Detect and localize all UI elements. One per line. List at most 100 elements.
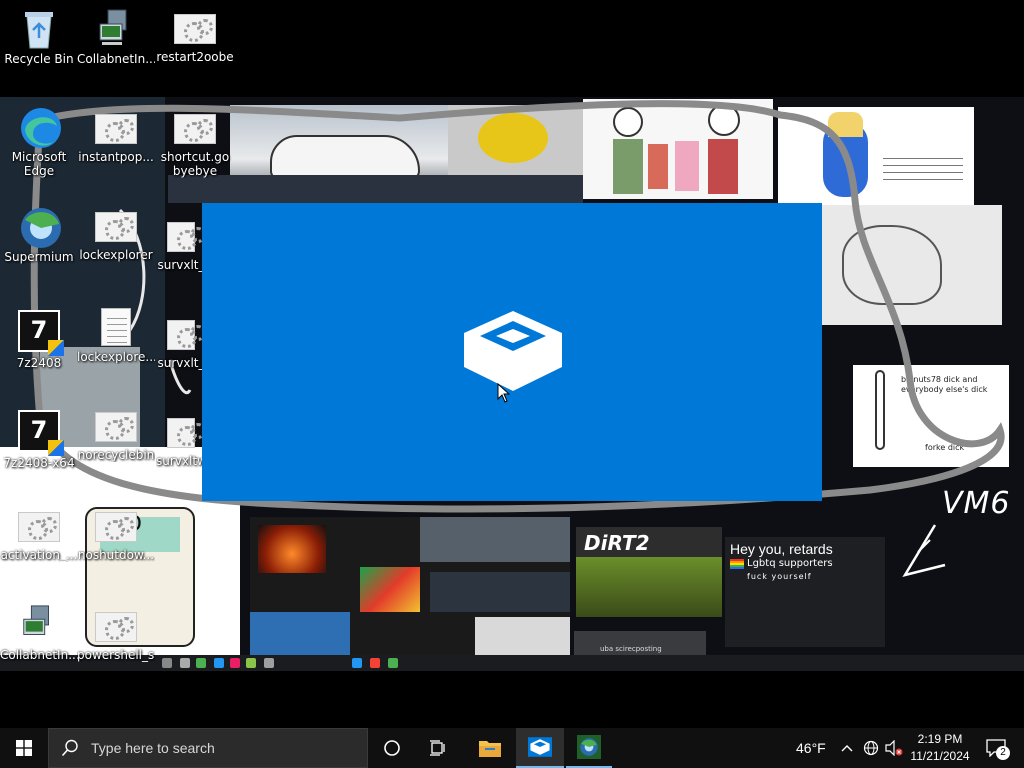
gear-file-icon — [95, 612, 137, 642]
edge-icon — [19, 106, 61, 148]
norecyclebin-label: norecyclebin — [77, 448, 155, 462]
supermium-icon — [577, 735, 601, 759]
wallpaper-banner: Hey you, retards Lgbtq supporters fuck y… — [725, 537, 885, 647]
taskbar-search-box[interactable]: Type here to search — [48, 728, 368, 768]
survxlt-1-label: survxlt_ — [157, 258, 205, 272]
taskbar-clock[interactable]: 2:19 PM 11/21/2024 — [904, 731, 976, 765]
recycle-bin-icon[interactable]: Recycle Bin — [0, 8, 78, 66]
cortana-circle-icon — [384, 740, 400, 756]
sketch-note-text-2: forke dick — [925, 443, 965, 452]
banner-sub: Lgbtq supporters — [747, 558, 833, 569]
chevron-up-icon — [841, 745, 853, 752]
desktop-icon-lockexplore-doc[interactable]: lockexplore... — [77, 308, 155, 364]
task-view-button[interactable] — [416, 728, 462, 768]
supermium-icon — [19, 206, 61, 248]
cortana-button[interactable] — [370, 728, 414, 768]
taskbar-windows-sandbox[interactable] — [516, 728, 564, 768]
desktop-icon-edge[interactable]: Microsoft Edge — [0, 106, 78, 178]
wallpaper-window-bar — [168, 175, 583, 203]
sandbox-logo-icon — [464, 311, 562, 395]
wallpaper-dirt2: DiRT2 — [576, 527, 722, 617]
desktop-icon-noshutdown[interactable]: noshutdow... — [77, 506, 155, 562]
desktop-icon-collabnet[interactable]: CollabnetIn... — [77, 8, 155, 66]
survxltw-label: survxltw — [156, 454, 206, 468]
network-button[interactable] — [860, 728, 882, 768]
gear-file-icon — [174, 14, 216, 44]
7zip-icon: 7 — [18, 310, 64, 356]
7z2408-label: 7z2408 — [16, 356, 62, 370]
mouse-cursor-icon — [497, 382, 511, 407]
vm-label: VM6 — [942, 486, 1011, 521]
survxlt-2-label: survxlt_ — [157, 356, 205, 370]
collabnet-2-label: CollabnetIn... — [0, 648, 78, 662]
desktop-icon-supermium[interactable]: Supermium — [0, 206, 78, 264]
desktop: bignuts78 dick and everybody else's dick… — [0, 0, 1024, 728]
desktop-icon-survxlt-1[interactable]: survxlt_ — [156, 216, 206, 272]
wallpaper-blue-cat — [778, 107, 974, 205]
desktop-icon-7z2408[interactable]: 7 7z2408 — [0, 310, 78, 370]
computer-network-icon — [96, 8, 136, 48]
volume-button[interactable] — [883, 728, 905, 768]
desktop-icon-activation[interactable]: activation_... — [0, 506, 78, 562]
desktop-icon-7z2408-x64[interactable]: 7 7z2408-x64 — [0, 410, 78, 470]
gear-file-icon — [167, 320, 206, 350]
desktop-icon-instantpop[interactable]: instantpop... — [77, 108, 155, 164]
desktop-icon-survxltw[interactable]: survxltw — [156, 412, 206, 468]
gear-file-icon — [167, 418, 206, 448]
wallpaper-photo-grid — [250, 517, 570, 670]
desktop-icon-collabnet-2[interactable]: CollabnetIn... — [0, 604, 78, 662]
gear-file-icon — [95, 212, 137, 242]
taskbar-supermium[interactable] — [566, 728, 612, 768]
gear-file-icon — [95, 412, 137, 442]
wallpaper-sketch-note: bignuts78 dick and everybody else's dick… — [853, 365, 1009, 467]
globe-icon — [863, 740, 879, 756]
desktop-icon-powershell[interactable]: powershell_s... — [77, 606, 155, 662]
clock-date: 11/21/2024 — [910, 749, 970, 763]
lockexplorer-label: lockexplorer — [79, 248, 153, 262]
clock-time: 2:19 PM — [917, 732, 963, 746]
document-icon — [101, 308, 131, 346]
search-placeholder: Type here to search — [91, 740, 215, 756]
taskbar-file-explorer[interactable] — [466, 728, 514, 768]
sandbox-splash-window[interactable] — [202, 203, 822, 501]
powershell-label: powershell_s... — [77, 648, 155, 662]
chat-text: uba scirecposting — [600, 645, 662, 653]
banner-title: Hey you, retards — [730, 541, 833, 557]
wallpaper-yellow-blob — [448, 105, 586, 175]
folder-icon — [479, 741, 501, 757]
gear-file-icon — [174, 114, 216, 144]
dirt2-logo: DiRT2 — [584, 531, 650, 555]
desktop-icon-shortcut-go[interactable]: shortcut.go byebye — [156, 108, 234, 178]
sketch-note-text: bignuts78 dick and everybody else's dick — [901, 375, 988, 394]
restart2oobe-label: restart2oobe — [156, 50, 234, 64]
recycle-bin-glyph-icon — [19, 8, 59, 49]
instantpop-label: instantpop... — [78, 150, 154, 164]
banner-caption: fuck yourself — [747, 572, 812, 581]
7zip-icon: 7 — [18, 410, 64, 456]
start-button[interactable] — [0, 728, 48, 768]
notification-count-badge: 2 — [996, 746, 1010, 760]
search-icon — [61, 739, 78, 757]
weather-temp[interactable]: 46°F — [796, 740, 826, 756]
volume-muted-icon — [885, 740, 903, 756]
desktop-icon-survxlt-2[interactable]: survxlt_ — [156, 314, 206, 370]
sandbox-icon — [528, 737, 552, 757]
gear-file-icon — [95, 114, 137, 144]
edge-label: Microsoft Edge — [11, 150, 67, 178]
taskbar: Type here to search 46°F 2:19 PM 11/21/2… — [0, 728, 1024, 768]
wallpaper-sketch — [822, 205, 1002, 325]
noshutdown-label: noshutdow... — [77, 548, 155, 562]
desktop-icon-lockexplorer[interactable]: lockexplorer — [77, 206, 155, 262]
gear-file-icon — [95, 512, 137, 542]
gear-file-icon — [167, 222, 206, 252]
desktop-icon-norecyclebin[interactable]: norecyclebin — [77, 406, 155, 462]
show-hidden-icons-button[interactable] — [836, 728, 858, 768]
lockexplore-doc-label: lockexplore... — [77, 350, 155, 364]
task-view-icon — [430, 740, 445, 756]
desktop-icon-restart2oobe[interactable]: restart2oobe — [156, 8, 234, 64]
shortcut-go-label: shortcut.go byebye — [160, 150, 230, 178]
notification-center-button[interactable]: 2 — [980, 728, 1012, 768]
recycle-bin-label: Recycle Bin — [4, 52, 74, 66]
wallpaper-cartoon-family — [583, 99, 773, 199]
windows-logo-icon — [16, 740, 32, 756]
